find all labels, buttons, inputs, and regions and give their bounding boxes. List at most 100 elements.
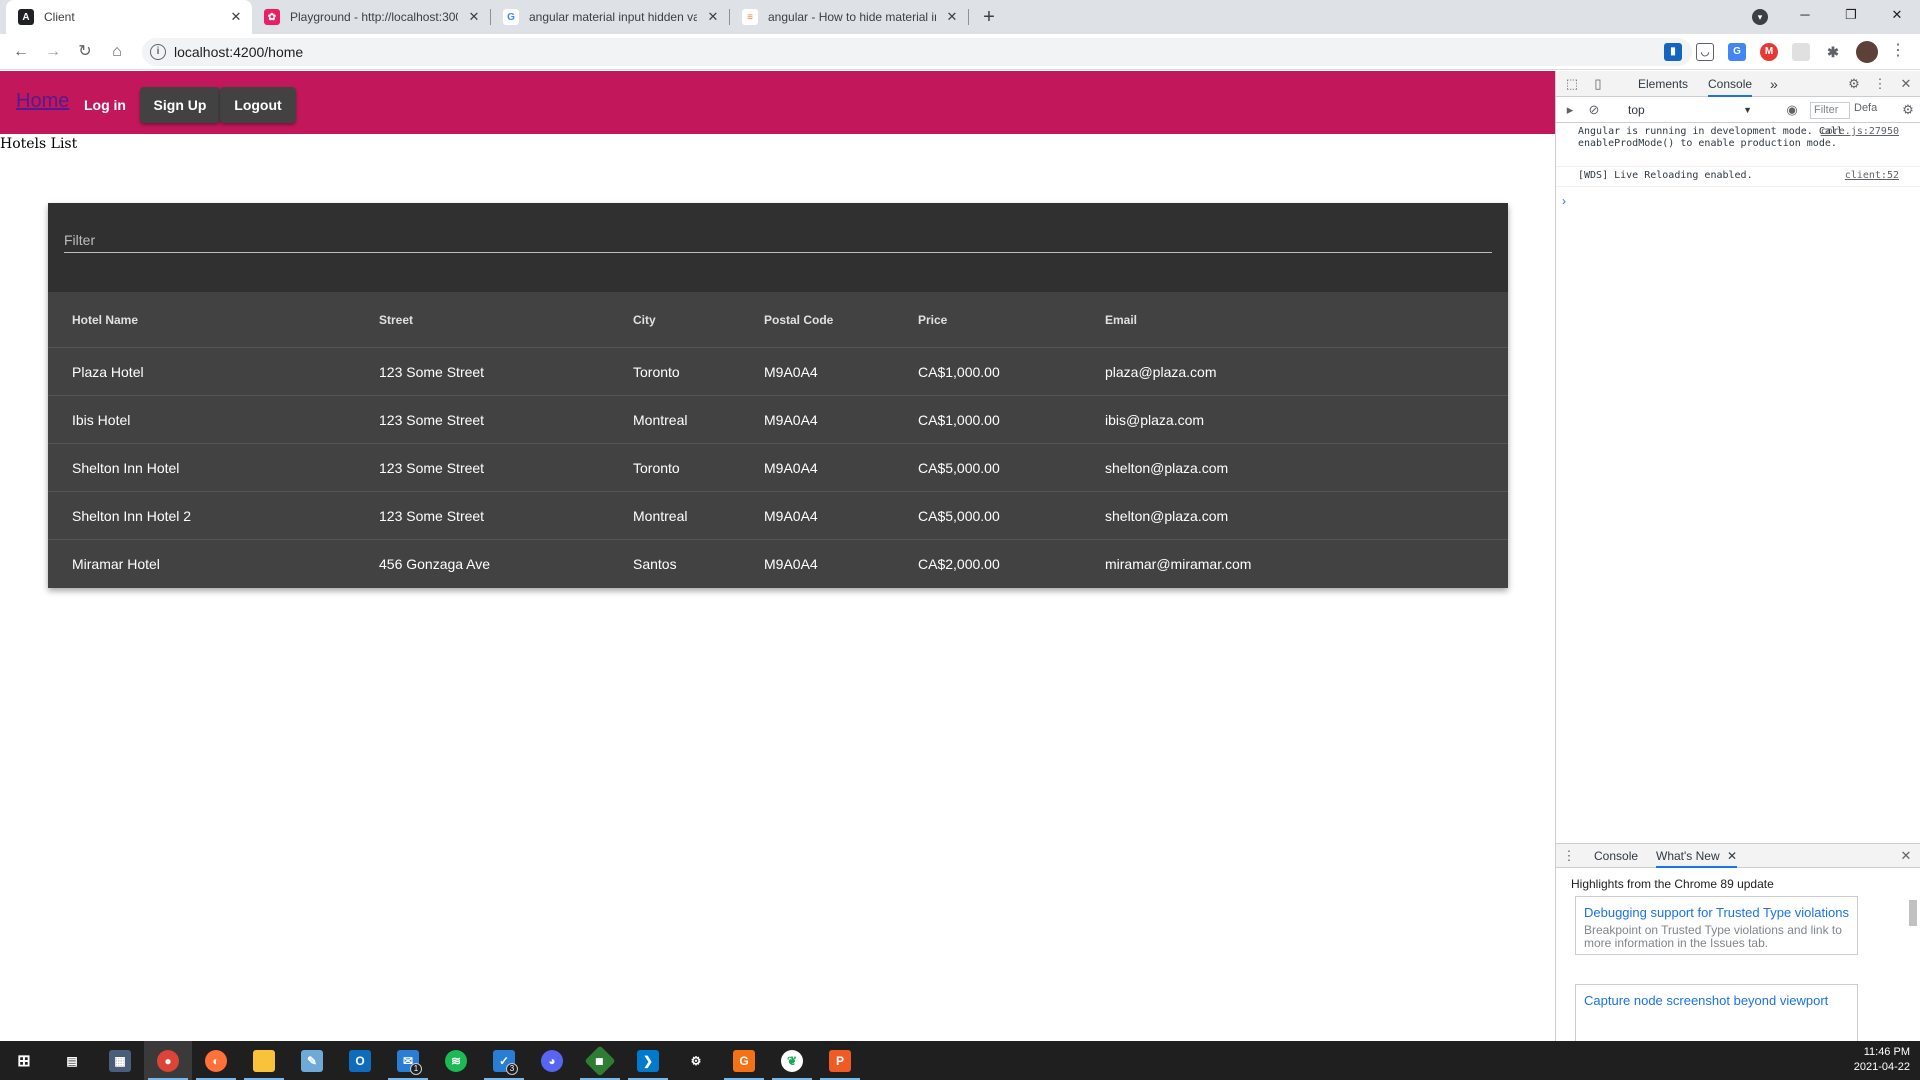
logout-button[interactable]: Logout	[220, 87, 296, 123]
drawer-tab-whats-new[interactable]: What's New ✕	[1656, 844, 1738, 868]
taskbar-settings[interactable]: ⚙	[672, 1041, 720, 1080]
taskbar-mail[interactable]: ✉ 1	[384, 1041, 432, 1080]
drawer-tab-console[interactable]: Console	[1594, 844, 1638, 868]
column-header-price[interactable]: Price	[918, 292, 947, 347]
close-tab-icon[interactable]: ✕	[944, 9, 960, 25]
new-tab-button[interactable]: +	[976, 4, 1002, 30]
drawer-close-icon[interactable]: ✕	[1898, 848, 1914, 864]
profile-avatar[interactable]	[1856, 41, 1878, 63]
column-header-street[interactable]: Street	[379, 292, 413, 347]
signup-button[interactable]: Sign Up	[140, 87, 220, 123]
devtools-menu-icon[interactable]: ⋮	[1872, 76, 1888, 92]
puzzle-icon[interactable]: ✱	[1824, 43, 1842, 61]
taskbar-file-explorer[interactable]	[240, 1041, 288, 1080]
system-clock[interactable]: 11:46 PM 2021-04-22	[1854, 1045, 1910, 1075]
address-bar[interactable]: i localhost:4200/home ☆	[142, 38, 1692, 66]
browser-tab-client[interactable]: A Client ✕	[6, 0, 252, 34]
device-toolbar-icon[interactable]: ▯	[1590, 76, 1606, 92]
home-icon[interactable]: ⌂	[105, 40, 129, 64]
browser-menu-icon[interactable]: ⋮	[1890, 40, 1906, 60]
console-messages: core.js:27950 Angular is running in deve…	[1556, 123, 1920, 187]
table-row[interactable]: Shelton Inn Hotel 2 123 Some Street Mont…	[48, 492, 1508, 540]
tab-search-icon[interactable]: ▾	[1752, 9, 1768, 25]
taskbar-firefox[interactable]: ◐	[192, 1041, 240, 1080]
table-row[interactable]: Miramar Hotel 456 Gonzaga Ave Santos M9A…	[48, 540, 1508, 588]
taskbar-app-orange[interactable]: G	[720, 1041, 768, 1080]
table-row[interactable]: Shelton Inn Hotel 123 Some Street Toront…	[48, 444, 1508, 492]
browser-tab-playground[interactable]: ✿ Playground - http://localhost:300 ✕	[252, 0, 490, 34]
translate-icon[interactable]: G	[1728, 43, 1746, 61]
restore-icon[interactable]: ❐	[1828, 0, 1874, 30]
console-filter-input[interactable]: Filter	[1810, 102, 1850, 119]
forward-icon[interactable]: →	[41, 40, 65, 64]
taskbar-mongodb[interactable]: ❦	[768, 1041, 816, 1080]
cell-hotel-name: Plaza Hotel	[72, 363, 144, 380]
taskbar-vscode[interactable]: ❯	[624, 1041, 672, 1080]
column-header-city[interactable]: City	[633, 292, 656, 347]
taskbar-calculator[interactable]: ▦	[96, 1041, 144, 1080]
taskbar-discord[interactable]: ◕	[528, 1041, 576, 1080]
sidebar-toggle-icon[interactable]: ▸	[1562, 102, 1578, 118]
taskbar-chrome[interactable]: ●	[144, 1041, 192, 1080]
close-drawer-tab-icon[interactable]: ✕	[1727, 849, 1737, 863]
url-text[interactable]: localhost:4200/home	[174, 38, 303, 66]
taskbar-postman[interactable]: P	[816, 1041, 864, 1080]
pocket-icon[interactable]: ◡	[1696, 43, 1714, 61]
tab-title: angular - How to hide material in	[768, 10, 936, 24]
cell-postal-code: M9A0A4	[764, 411, 818, 428]
mega-icon[interactable]: M	[1760, 43, 1778, 61]
drawer-menu-icon[interactable]: ⋮	[1561, 848, 1577, 864]
close-tab-icon[interactable]: ✕	[466, 9, 482, 25]
message-source-link[interactable]: client:52	[1845, 170, 1899, 182]
context-selector[interactable]: top ▼	[1624, 101, 1756, 119]
card-heading[interactable]: Capture node screenshot beyond viewport	[1584, 989, 1849, 1012]
taskbar-outlook[interactable]: O	[336, 1041, 384, 1080]
start-button[interactable]: ⊞	[0, 1041, 48, 1080]
live-expression-eye-icon[interactable]: ◉	[1784, 102, 1800, 118]
taskbar-visual-studio[interactable]: ✓ 3	[480, 1041, 528, 1080]
site-info-icon[interactable]: i	[150, 44, 166, 60]
column-header-postal-code[interactable]: Postal Code	[764, 292, 833, 347]
filter-input[interactable]	[64, 227, 1492, 253]
devtools-tab-console[interactable]: Console	[1708, 71, 1753, 97]
close-tab-icon[interactable]: ✕	[705, 9, 721, 25]
log-levels-dropdown[interactable]: Defa	[1854, 102, 1877, 114]
console-prompt[interactable]: ›	[1562, 194, 1566, 208]
inspect-element-icon[interactable]: ⬚	[1564, 76, 1580, 92]
taskbar-spotify[interactable]: ≋	[432, 1041, 480, 1080]
whats-new-card[interactable]: Debugging support for Trusted Type viola…	[1575, 896, 1858, 955]
table-row[interactable]: Ibis Hotel 123 Some Street Montreal M9A0…	[48, 396, 1508, 444]
login-button[interactable]: Log in	[76, 87, 134, 123]
devtools-tab-elements[interactable]: Elements	[1638, 71, 1688, 97]
column-header-hotel-name[interactable]: Hotel Name	[72, 292, 138, 347]
vscode-icon: ❯	[637, 1049, 659, 1072]
browser-tab-google[interactable]: G angular material input hidden va ✕	[491, 0, 729, 34]
console-settings-icon[interactable]: ⚙	[1900, 102, 1916, 118]
extension-icon[interactable]: ▮	[1664, 43, 1682, 61]
drawer-scroll-thumb[interactable]	[1909, 900, 1917, 926]
nav-home-link[interactable]: Home	[16, 90, 69, 113]
column-header-email[interactable]: Email	[1105, 292, 1137, 347]
taskbar-notepad[interactable]: ✎	[288, 1041, 336, 1080]
task-view-button[interactable]: ▤	[48, 1041, 96, 1080]
whats-new-card[interactable]: Capture node screenshot beyond viewport	[1575, 984, 1858, 1042]
settings-gear-icon[interactable]: ⚙	[1846, 76, 1862, 92]
card-heading[interactable]: Debugging support for Trusted Type viola…	[1584, 901, 1849, 924]
close-tab-icon[interactable]: ✕	[228, 9, 244, 25]
taskbar-git[interactable]: ◆	[576, 1041, 624, 1080]
more-tabs-icon[interactable]: »	[1770, 71, 1778, 97]
browser-tab-stackoverflow[interactable]: ≡ angular - How to hide material in ✕	[730, 0, 968, 34]
folder-icon	[253, 1049, 275, 1072]
devtools-close-icon[interactable]: ✕	[1898, 76, 1914, 92]
reload-icon[interactable]: ↻	[73, 40, 97, 64]
cell-city: Santos	[633, 556, 677, 572]
back-icon[interactable]: ←	[9, 40, 33, 64]
angular-icon: A	[18, 9, 34, 25]
minimize-icon[interactable]: ─	[1782, 0, 1828, 30]
table-row[interactable]: Plaza Hotel 123 Some Street Toronto M9A0…	[48, 348, 1508, 396]
extension-placeholder-icon[interactable]	[1792, 43, 1810, 61]
window-close-icon[interactable]: ✕	[1874, 0, 1920, 30]
message-source-link[interactable]: core.js:27950	[1821, 126, 1899, 138]
clear-console-icon[interactable]: ⊘	[1586, 102, 1602, 118]
tab-title: Client	[44, 10, 75, 24]
